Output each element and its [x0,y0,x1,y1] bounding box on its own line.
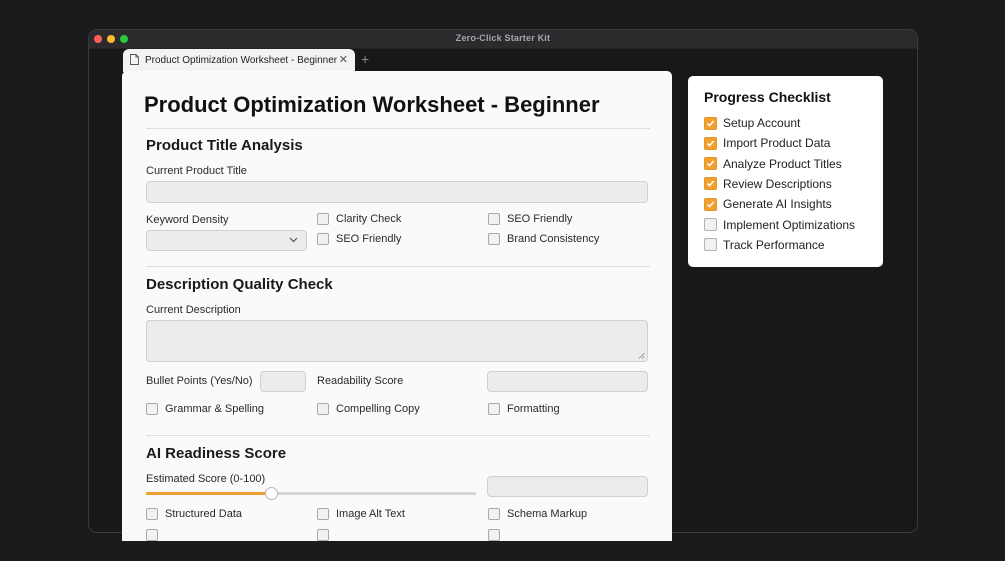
checkbox-formatting[interactable]: Formatting [488,403,560,415]
checkbox-brand-consistency[interactable]: Brand Consistency [488,233,599,245]
checkbox-box[interactable] [488,213,500,225]
checklist-item[interactable]: Setup Account [704,116,800,130]
checkbox-checked-icon[interactable] [704,116,717,130]
checklist-item[interactable]: Review Descriptions [704,177,832,191]
checkbox-unchecked-icon[interactable] [704,238,717,252]
checkbox-label: SEO Friendly [336,233,402,245]
checklist-item[interactable]: Implement Optimizations [704,218,855,232]
checkbox-box[interactable] [317,508,329,520]
tab-worksheet[interactable]: Product Optimization Worksheet - Beginne… [123,49,355,72]
checkbox-grammar-spelling[interactable]: Grammar & Spelling [146,403,264,415]
checkbox-box[interactable] [317,213,329,225]
checklist-item-label: Implement Optimizations [723,217,856,232]
checkbox-box[interactable] [488,403,500,415]
checklist-item-label: Track Performance [723,237,825,252]
readability-score-input[interactable] [487,371,648,392]
estimated-score-slider[interactable] [146,487,476,500]
checklist-item-label: Setup Account [723,116,801,130]
checkbox-label: Compelling Copy [336,403,420,415]
checkbox-box[interactable] [488,529,500,541]
divider [146,128,650,129]
checkbox-box[interactable] [146,403,158,415]
checkbox-box[interactable] [146,529,158,541]
bullet-points-input[interactable] [260,371,306,392]
checkbox-checked-icon[interactable] [704,136,717,150]
checklist-item[interactable]: Track Performance [704,238,825,252]
checkbox-label: Formatting [507,403,560,415]
checklist-item[interactable]: Generate AI Insights [704,197,832,211]
divider [146,435,650,436]
keyword-density-label: Keyword Density [146,214,229,226]
checklist-item[interactable]: Analyze Product Titles [704,157,842,171]
checkbox-unchecked-icon[interactable] [704,218,717,231]
title-bar: Zero-Click Starter Kit [89,30,917,49]
current-title-input[interactable] [146,181,648,203]
checkbox-checked-icon[interactable] [704,177,717,191]
current-description-label: Current Description [146,304,241,316]
new-tab-plus-icon[interactable]: + [361,51,369,67]
checkbox-label: SEO Friendly [507,213,573,225]
divider [146,266,650,267]
checkbox-image-alt-text[interactable]: Image Alt Text [317,508,405,520]
checkbox-box[interactable] [317,529,329,541]
checkbox-seo-friendly[interactable]: SEO Friendly [488,213,572,225]
estimated-score-label: Estimated Score (0-100) [146,473,266,485]
checkbox-label: Clarity Check [336,213,402,225]
readability-score-label: Readability Score [317,375,404,387]
document-icon [130,54,139,65]
checkbox-label: Brand Consistency [507,233,600,245]
checkbox-clarity-check[interactable]: Clarity Check [317,213,401,225]
checkbox-box[interactable] [317,233,329,245]
checkbox-box[interactable] [488,233,500,245]
checklist-item-label: Review Descriptions [723,176,832,191]
section-title-product-title: Product Title Analysis [146,137,303,154]
checkbox-checked-icon[interactable] [704,157,717,171]
slider-thumb[interactable] [265,487,279,500]
page-title: Product Optimization Worksheet - Beginne… [144,92,600,117]
checklist-item[interactable]: Import Product Data [704,136,830,150]
progress-checklist: Progress Checklist Setup Account Import P… [688,76,883,267]
window-title: Zero-Click Starter Kit [455,33,551,43]
checkbox-compelling-copy[interactable]: Compelling Copy [317,403,420,415]
checklist-item-label: Import Product Data [723,136,831,151]
close-icon[interactable]: ✕ [339,53,348,66]
checkbox-label: Structured Data [165,508,243,520]
checklist-item-label: Generate AI Insights [723,197,832,212]
estimated-score-input[interactable] [487,476,648,497]
tab-label: Product Optimization Worksheet - Beginne… [145,55,338,66]
checkbox-box[interactable] [317,403,329,415]
checkbox-box[interactable] [488,508,500,520]
checkbox-seo-friendly-2[interactable]: SEO Friendly [317,233,401,245]
checkbox-label: Schema Markup [507,508,588,520]
resize-handle-icon[interactable] [638,352,645,359]
keyword-density-select[interactable] [146,230,307,251]
checkbox-structured-data[interactable]: Structured Data [146,508,242,520]
checkbox-schema-markup[interactable]: Schema Markup [488,508,587,520]
bullet-points-label: Bullet Points (Yes/No) [146,375,253,387]
checkbox-label: Image Alt Text [336,508,405,520]
checkbox-box[interactable] [146,508,158,520]
worksheet-panel: Product Optimization Worksheet - Beginne… [122,71,672,541]
checkbox-label: Grammar & Spelling [165,403,265,415]
current-title-label: Current Product Title [146,165,247,177]
slider-fill [146,492,272,495]
checklist-item-label: Analyze Product Titles [723,156,842,171]
checkbox-checked-icon[interactable] [704,197,717,211]
chevron-down-icon [289,237,298,243]
section-title-description: Description Quality Check [146,276,333,293]
section-title-ai-readiness: AI Readiness Score [146,445,287,462]
checklist-title: Progress Checklist [704,89,831,105]
current-description-textarea[interactable] [146,320,648,362]
